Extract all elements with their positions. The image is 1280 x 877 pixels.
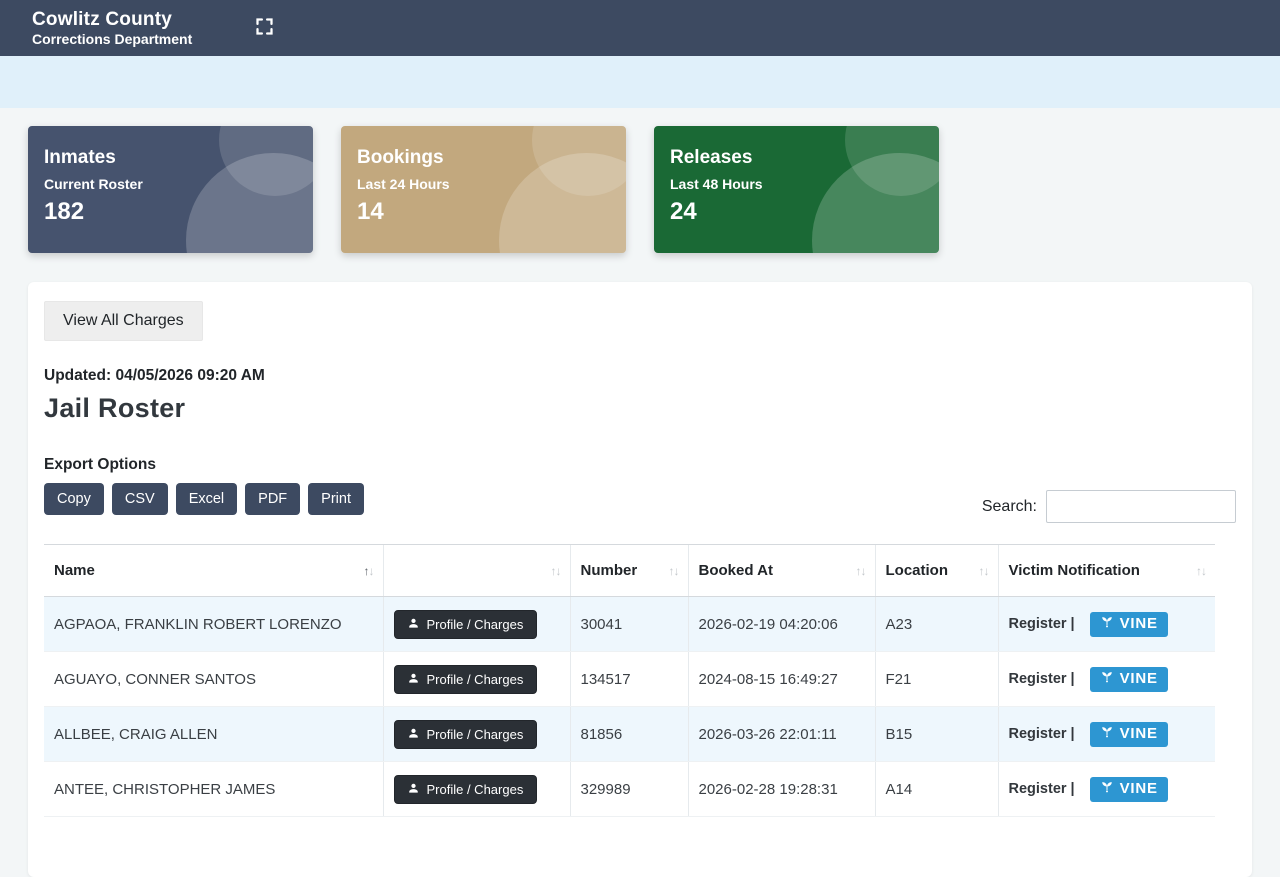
person-icon — [408, 782, 419, 797]
inmate-number: 81856 — [570, 707, 688, 762]
inmate-number: 30041 — [570, 597, 688, 652]
vine-button[interactable]: VINE — [1090, 777, 1168, 802]
column-header-actions[interactable]: ↑↓ — [383, 545, 570, 597]
column-label: Booked At — [699, 562, 773, 579]
person-icon — [408, 727, 419, 742]
register-link[interactable]: Register | — [1009, 616, 1075, 632]
vine-sprout-icon — [1100, 780, 1114, 798]
column-header-booked-at[interactable]: Booked At ↑↓ — [688, 545, 875, 597]
profile-charges-label: Profile / Charges — [427, 727, 524, 742]
sort-icon: ↑↓ — [669, 564, 679, 578]
vine-sprout-icon — [1100, 670, 1114, 688]
booked-at: 2024-08-15 16:49:27 — [688, 652, 875, 707]
stat-card-releases: Releases Last 48 Hours 24 — [654, 126, 939, 253]
export-copy-button[interactable]: Copy — [44, 483, 104, 515]
inmate-number: 134517 — [570, 652, 688, 707]
profile-charges-button[interactable]: Profile / Charges — [394, 610, 538, 639]
location: F21 — [875, 652, 998, 707]
vine-button[interactable]: VINE — [1090, 722, 1168, 747]
victim-notification-cell: Register | VINE — [1009, 777, 1206, 802]
register-link[interactable]: Register | — [1009, 726, 1075, 742]
booked-at: 2026-03-26 22:01:11 — [688, 707, 875, 762]
vine-label: VINE — [1120, 725, 1158, 742]
column-label: Victim Notification — [1009, 562, 1140, 579]
top-navbar: Cowlitz County Corrections Department — [0, 0, 1280, 56]
profile-charges-label: Profile / Charges — [427, 617, 524, 632]
sort-icon: ↑↓ — [979, 564, 989, 578]
profile-charges-button[interactable]: Profile / Charges — [394, 665, 538, 694]
profile-charges-label: Profile / Charges — [427, 782, 524, 797]
sort-icon: ↑↓ — [364, 564, 374, 578]
column-header-location[interactable]: Location ↑↓ — [875, 545, 998, 597]
column-header-name[interactable]: Name ↑↓ — [44, 545, 383, 597]
stat-card-inmates: Inmates Current Roster 182 — [28, 126, 313, 253]
inmate-name: ALLBEE, CRAIG ALLEN — [44, 707, 383, 762]
sort-icon: ↑↓ — [856, 564, 866, 578]
profile-charges-label: Profile / Charges — [427, 672, 524, 687]
fullscreen-button[interactable] — [250, 12, 279, 44]
inmate-name: ANTEE, CHRISTOPHER JAMES — [44, 762, 383, 817]
vine-button[interactable]: VINE — [1090, 667, 1168, 692]
vine-button[interactable]: VINE — [1090, 612, 1168, 637]
person-icon — [408, 672, 419, 687]
vine-sprout-icon — [1100, 615, 1114, 633]
column-header-victim-notification[interactable]: Victim Notification ↑↓ — [998, 545, 1215, 597]
sort-icon: ↑↓ — [1196, 564, 1206, 578]
profile-charges-button[interactable]: Profile / Charges — [394, 775, 538, 804]
location: A14 — [875, 762, 998, 817]
table-row: ANTEE, CHRISTOPHER JAMES Profile / Charg… — [44, 762, 1215, 817]
search-label: Search: — [982, 498, 1037, 516]
header-accent-band — [0, 56, 1280, 108]
victim-notification-cell: Register | VINE — [1009, 667, 1206, 692]
updated-timestamp: Updated: 04/05/2026 09:20 AM — [44, 367, 1236, 385]
victim-notification-cell: Register | VINE — [1009, 722, 1206, 747]
person-icon — [408, 617, 419, 632]
location: A23 — [875, 597, 998, 652]
table-header-row: Name ↑↓ ↑↓ Number ↑↓ Booked At ↑↓ Locati… — [44, 545, 1215, 597]
brand: Cowlitz County Corrections Department — [32, 9, 192, 47]
view-all-charges-button[interactable]: View All Charges — [44, 301, 203, 341]
register-link[interactable]: Register | — [1009, 781, 1075, 797]
export-pdf-button[interactable]: PDF — [245, 483, 300, 515]
location: B15 — [875, 707, 998, 762]
stats-row: Inmates Current Roster 182 Bookings Last… — [0, 108, 1280, 253]
export-csv-button[interactable]: CSV — [112, 483, 168, 515]
stat-card-bookings: Bookings Last 24 Hours 14 — [341, 126, 626, 253]
column-label: Name — [54, 562, 95, 579]
booked-at: 2026-02-28 19:28:31 — [688, 762, 875, 817]
search-input[interactable] — [1046, 490, 1236, 523]
export-print-button[interactable]: Print — [308, 483, 364, 515]
roster-panel: View All Charges Updated: 04/05/2026 09:… — [28, 282, 1252, 877]
profile-charges-button[interactable]: Profile / Charges — [394, 720, 538, 749]
table-row: AGUAYO, CONNER SANTOS Profile / Charges … — [44, 652, 1215, 707]
toolbar: Copy CSV Excel PDF Print Search: — [44, 483, 1236, 523]
department-subtitle: Corrections Department — [32, 31, 192, 47]
table-row: AGPAOA, FRANKLIN ROBERT LORENZO Profile … — [44, 597, 1215, 652]
column-label: Number — [581, 562, 638, 579]
register-link[interactable]: Register | — [1009, 671, 1075, 687]
page-title: Jail Roster — [44, 393, 1236, 424]
county-title: Cowlitz County — [32, 9, 192, 31]
jail-roster-table: Name ↑↓ ↑↓ Number ↑↓ Booked At ↑↓ Locati… — [44, 544, 1215, 817]
vine-label: VINE — [1120, 670, 1158, 687]
sort-icon: ↑↓ — [551, 564, 561, 578]
column-header-number[interactable]: Number ↑↓ — [570, 545, 688, 597]
export-excel-button[interactable]: Excel — [176, 483, 237, 515]
vine-label: VINE — [1120, 615, 1158, 632]
inmate-name: AGPAOA, FRANKLIN ROBERT LORENZO — [44, 597, 383, 652]
expand-corners-icon — [254, 16, 275, 40]
booked-at: 2026-02-19 04:20:06 — [688, 597, 875, 652]
vine-label: VINE — [1120, 780, 1158, 797]
export-options-label: Export Options — [44, 456, 1236, 474]
column-label: Location — [886, 562, 949, 579]
search-area: Search: — [982, 490, 1236, 523]
table-row: ALLBEE, CRAIG ALLEN Profile / Charges 81… — [44, 707, 1215, 762]
vine-sprout-icon — [1100, 725, 1114, 743]
inmate-number: 329989 — [570, 762, 688, 817]
victim-notification-cell: Register | VINE — [1009, 612, 1206, 637]
inmate-name: AGUAYO, CONNER SANTOS — [44, 652, 383, 707]
